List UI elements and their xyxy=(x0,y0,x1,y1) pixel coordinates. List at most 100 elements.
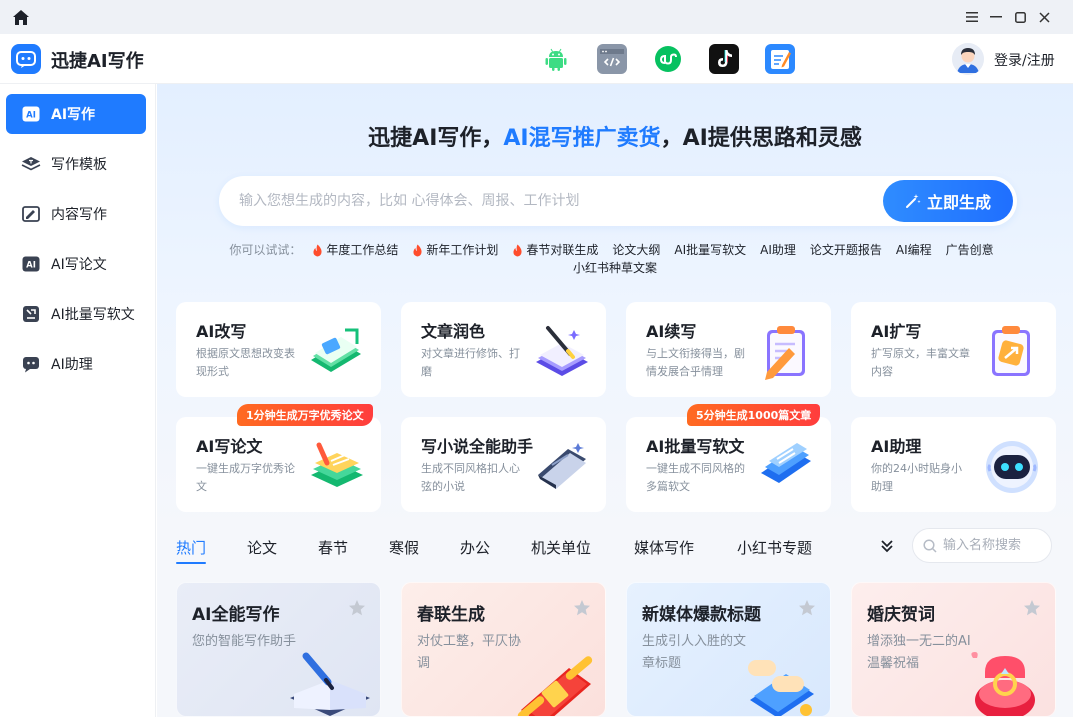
template-title: 新媒体爆款标题 xyxy=(642,605,761,625)
robot-icon xyxy=(986,441,1038,493)
star-icon[interactable] xyxy=(798,599,816,617)
tab-media-writing[interactable]: 媒体写作 xyxy=(634,537,694,558)
sidebar-item-assistant[interactable]: AI助理 xyxy=(6,344,146,384)
batch-docs-icon xyxy=(761,443,811,483)
tab-winter-vacation[interactable]: 寒假 xyxy=(389,537,419,558)
menu-icon[interactable] xyxy=(961,7,983,27)
minimize-icon[interactable] xyxy=(985,7,1007,27)
suggestion-item[interactable]: AI编程 xyxy=(896,241,932,259)
sidebar-item-template[interactable]: 写作模板 xyxy=(6,144,146,184)
suggestion-item[interactable]: 新年工作计划 xyxy=(412,241,498,259)
template-search-input[interactable] xyxy=(943,529,1047,562)
generate-input[interactable] xyxy=(239,176,859,226)
tiktok-icon[interactable] xyxy=(709,44,739,74)
sidebar-item-batch-write[interactable]: AI批量写软文 xyxy=(6,294,146,334)
generate-button-label: 立即生成 xyxy=(926,193,991,212)
main-content: 迅捷AI写作，AI混写推广卖货，AI提供思路和灵感 立即生成 你可以试试： 年度… xyxy=(157,84,1073,717)
suggestion-item[interactable]: 春节对联生成 xyxy=(512,241,598,259)
suggestion-item-label: 论文开题报告 xyxy=(809,243,882,257)
magic-wand-icon xyxy=(905,194,921,208)
star-icon[interactable] xyxy=(1023,599,1041,617)
sidebar-item-label: AI批量写软文 xyxy=(51,307,135,323)
template-card-wedding[interactable]: 婚庆贺词 增添独一无二的AI温馨祝福 xyxy=(851,582,1056,717)
feature-desc: 一键生成不同风格的多篇软文 xyxy=(646,462,745,493)
avatar[interactable] xyxy=(952,43,984,75)
template-title: 婚庆贺词 xyxy=(867,605,935,625)
suggestion-item[interactable]: AI助理 xyxy=(760,241,796,259)
suggestion-item[interactable]: 论文大纲 xyxy=(612,241,660,259)
suggestion-item-label: 春节对联生成 xyxy=(526,243,599,257)
sidebar-item-label: AI写论文 xyxy=(51,257,107,273)
assistant-icon xyxy=(21,355,41,373)
feature-desc: 一键生成万字优秀论文 xyxy=(196,462,295,493)
feature-desc: 与上文衔接得当，剧情发展合乎情理 xyxy=(646,347,745,378)
suggestion-item[interactable]: 广告创意 xyxy=(946,241,994,259)
suggestion-item[interactable]: AI批量写软文 xyxy=(674,241,746,259)
feature-title: AI改写 xyxy=(196,322,247,341)
feature-card-expand-write[interactable]: AI扩写 扩写原文，丰富文章内容 xyxy=(851,302,1056,397)
expand-tabs-icon[interactable] xyxy=(878,537,896,555)
tab-xiaohongshu[interactable]: 小红书专题 xyxy=(737,537,812,558)
tab-hot[interactable]: 热门 xyxy=(176,537,207,564)
login-register-link[interactable]: 登录/注册 xyxy=(994,50,1055,70)
suggestion-item[interactable]: 论文开题报告 xyxy=(810,241,882,259)
sidebar-item-ai-paper[interactable]: AI AI写论文 xyxy=(6,244,146,284)
suggestion-item-label: AI编程 xyxy=(895,243,932,257)
sidebar-item-label: AI助理 xyxy=(51,357,93,373)
feature-desc: 你的24小时贴身小助理 xyxy=(871,462,962,493)
tab-office[interactable]: 办公 xyxy=(460,537,490,558)
template-title: AI全能写作 xyxy=(192,605,280,625)
suggestion-item[interactable]: 小红书种草文案 xyxy=(573,259,657,277)
batch-write-icon xyxy=(21,305,41,323)
sidebar: AI AI写作 写作模板 内容写作 AI AI写论文 AI批量写软文 AI助理 xyxy=(0,84,156,717)
home-icon[interactable] xyxy=(12,9,30,26)
open-book-pen-icon xyxy=(290,652,370,716)
feature-desc: 生成不同风格扣人心弦的小说 xyxy=(421,462,520,493)
sidebar-item-ai-write[interactable]: AI AI写作 xyxy=(6,94,146,134)
android-icon[interactable] xyxy=(541,44,571,74)
tab-government[interactable]: 机关单位 xyxy=(531,537,591,558)
feature-title: 写小说全能助手 xyxy=(421,437,534,456)
suggestion-item[interactable]: 年度工作总结 xyxy=(312,241,398,259)
generate-button[interactable]: 立即生成 xyxy=(883,180,1013,222)
phone-chat-icon xyxy=(748,660,814,716)
template-card-headline[interactable]: 新媒体爆款标题 生成引人入胜的文章标题 xyxy=(626,582,831,717)
clipboard-pencil-icon xyxy=(765,326,805,380)
feature-card-ai-rewrite[interactable]: AI改写 根据原文思想改变表现形式 xyxy=(176,302,381,397)
template-card-couplet[interactable]: 春联生成 对仗工整，平仄协调 xyxy=(401,582,606,717)
fire-icon xyxy=(413,244,422,256)
template-title: 春联生成 xyxy=(417,605,485,625)
miniprogram-icon[interactable] xyxy=(653,44,683,74)
feature-card-polish[interactable]: 文章润色 对文章进行修饰、打磨 xyxy=(401,302,606,397)
star-icon[interactable] xyxy=(573,599,591,617)
tab-spring-festival[interactable]: 春节 xyxy=(318,537,348,558)
star-icon[interactable] xyxy=(348,599,366,617)
maximize-icon[interactable] xyxy=(1009,7,1031,27)
feature-card-novel-assistant[interactable]: 写小说全能助手 生成不同风格扣人心弦的小说 xyxy=(401,417,606,512)
hero-title-prefix: 迅捷AI写作， xyxy=(368,126,504,151)
suggestion-item-label: 新年工作计划 xyxy=(426,243,499,257)
feature-desc: 对文章进行修饰、打磨 xyxy=(421,347,520,378)
feature-desc: 扩写原文，丰富文章内容 xyxy=(871,347,970,378)
code-icon[interactable] xyxy=(597,44,627,74)
feature-card-ai-assistant[interactable]: AI助理 你的24小时贴身小助理 xyxy=(851,417,1056,512)
template-desc: 您的智能写作助手 xyxy=(192,634,297,649)
sidebar-item-content-write[interactable]: 内容写作 xyxy=(6,194,146,234)
feature-desc: 根据原文思想改变表现形式 xyxy=(196,347,295,378)
feature-card-continue-write[interactable]: AI续写 与上文衔接得当，剧情发展合乎情理 xyxy=(626,302,831,397)
suggestion-label: 你可以试试： xyxy=(229,243,302,257)
feature-card-ai-paper[interactable]: AI写论文 一键生成万字优秀论文 xyxy=(176,417,381,512)
template-card-all-purpose[interactable]: AI全能写作 您的智能写作助手 xyxy=(176,582,381,717)
notepad-icon[interactable] xyxy=(765,44,795,74)
sidebar-item-label: AI写作 xyxy=(51,107,96,123)
feature-card-batch-write[interactable]: AI批量写软文 一键生成不同风格的多篇软文 xyxy=(626,417,831,512)
couplet-scroll-icon xyxy=(517,656,593,716)
tab-paper[interactable]: 论文 xyxy=(247,537,277,558)
feature-title: AI批量写软文 xyxy=(646,437,745,456)
search-icon xyxy=(923,539,937,553)
ai-paper-icon: AI xyxy=(21,255,41,273)
close-icon[interactable] xyxy=(1033,7,1055,27)
hero-title-suffix: ，AI提供思路和灵感 xyxy=(660,126,862,151)
ring-box-icon xyxy=(971,652,1035,716)
feature-title: AI续写 xyxy=(646,322,697,341)
